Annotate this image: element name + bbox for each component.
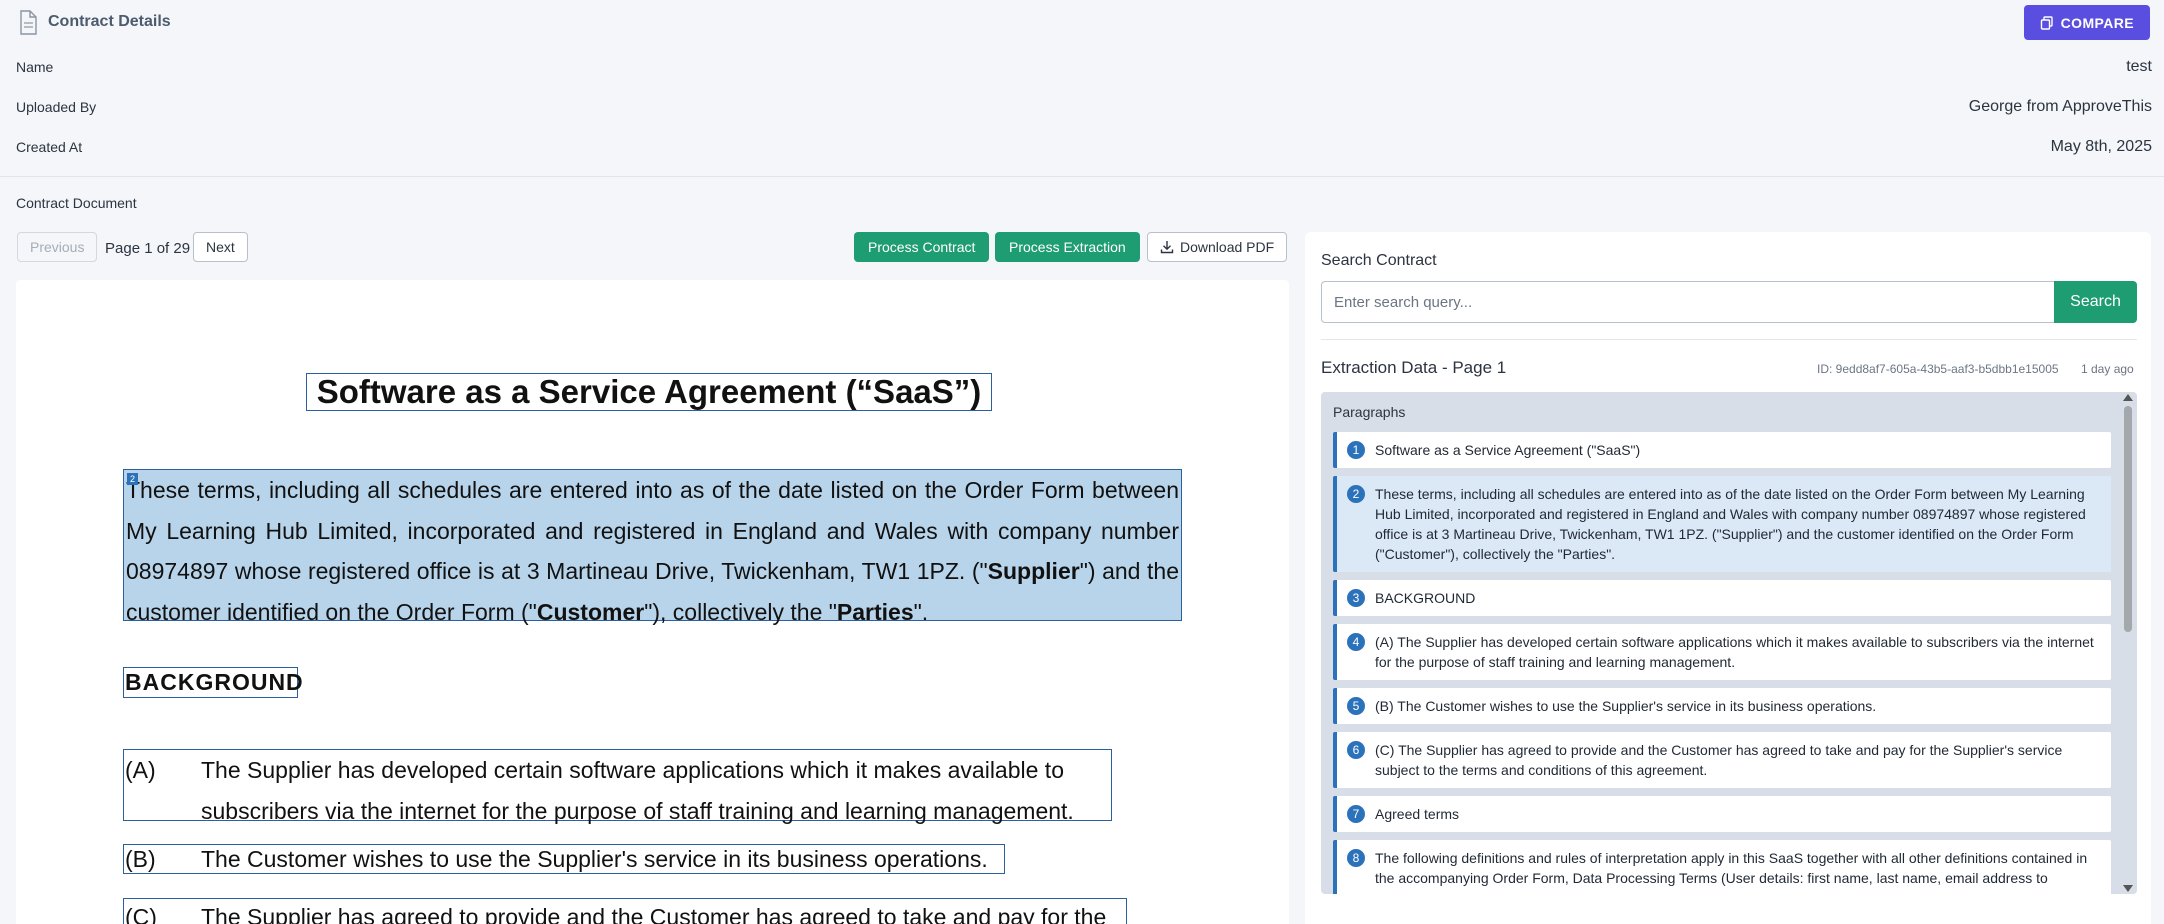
- para-customer: Customer: [536, 598, 645, 625]
- para-supplier: Supplier: [987, 558, 1080, 584]
- paragraph-text: BACKGROUND: [1375, 590, 1476, 606]
- paragraph-text: (B) The Customer wishes to use the Suppl…: [1375, 698, 1877, 714]
- document-title[interactable]: Software as a Service Agreement (“SaaS”): [306, 373, 992, 411]
- download-pdf-label: Download PDF: [1180, 239, 1275, 255]
- para-text-4: ".: [913, 598, 929, 625]
- contract-document-title: Contract Document: [16, 195, 137, 211]
- paragraphs-heading: Paragraphs: [1333, 404, 1406, 420]
- para-text-3: "), collectively the ": [644, 598, 837, 625]
- extraction-id: ID: 9edd8af7-605a-43b5-aaf3-b5dbb1e15005: [1817, 362, 2059, 376]
- paragraph-item-selected[interactable]: 2 These terms, including all schedules a…: [1333, 476, 2111, 572]
- copy-icon: [2040, 15, 2053, 30]
- paragraph-item[interactable]: 3 BACKGROUND: [1333, 580, 2111, 616]
- paragraph-number: 4: [1347, 633, 1365, 651]
- paragraph-number: 6: [1347, 741, 1365, 759]
- page-title: Contract Details: [48, 13, 171, 30]
- document-item-b[interactable]: (B) The Customer wishes to use the Suppl…: [123, 844, 1005, 874]
- paragraph-marker: 2: [127, 473, 138, 485]
- pdf-viewer[interactable]: Software as a Service Agreement (“SaaS”)…: [16, 280, 1289, 924]
- item-a-label: (A): [125, 757, 156, 783]
- paragraphs-list[interactable]: Paragraphs 1 Software as a Service Agree…: [1321, 392, 2137, 894]
- download-icon: [1160, 241, 1174, 254]
- uploaded-by-value: George from ApproveThis: [1968, 98, 2152, 115]
- compare-label: COMPARE: [2060, 14, 2134, 31]
- paragraph-item[interactable]: 6 (C) The Supplier has agreed to provide…: [1333, 732, 2111, 788]
- paragraph-text: These terms, including all schedules are…: [1375, 486, 2086, 562]
- uploaded-by-label: Uploaded By: [16, 99, 97, 115]
- document-item-c[interactable]: (C) The Supplier has agreed to provide a…: [123, 898, 1127, 924]
- download-pdf-button[interactable]: Download PDF: [1147, 232, 1288, 262]
- search-button[interactable]: Search: [2054, 281, 2137, 323]
- scrollbar[interactable]: [2123, 394, 2133, 892]
- divider: [1321, 339, 2137, 340]
- paragraph-number: 1: [1347, 441, 1365, 459]
- paragraph-item[interactable]: 5 (B) The Customer wishes to use the Sup…: [1333, 688, 2111, 724]
- paragraph-text: Software as a Service Agreement ("SaaS"): [1375, 442, 1641, 458]
- divider: [0, 176, 2164, 177]
- scroll-up-icon[interactable]: [2123, 394, 2133, 401]
- background-heading[interactable]: BACKGROUND: [123, 667, 303, 698]
- paragraph-text: (A) The Supplier has developed certain s…: [1375, 634, 2094, 670]
- scroll-down-icon[interactable]: [2123, 885, 2133, 892]
- paragraph-number: 7: [1347, 805, 1365, 823]
- extraction-age: 1 day ago: [2081, 362, 2134, 376]
- search-input[interactable]: [1321, 281, 2055, 323]
- next-button[interactable]: Next: [193, 232, 248, 262]
- paragraph-text: The following definitions and rules of i…: [1375, 850, 2088, 886]
- created-at-value: May 8th, 2025: [2050, 138, 2152, 155]
- item-a-line1: The Supplier has developed certain softw…: [201, 757, 1064, 783]
- item-c-label: (C): [125, 904, 157, 924]
- para-parties: Parties: [836, 598, 914, 625]
- paragraph-number: 8: [1347, 849, 1365, 867]
- scrollbar-thumb[interactable]: [2124, 406, 2132, 632]
- extraction-title: Extraction Data - Page 1: [1321, 358, 1507, 377]
- paragraph-item[interactable]: 4 (A) The Supplier has developed certain…: [1333, 624, 2111, 680]
- paragraph-text: Agreed terms: [1375, 806, 1460, 822]
- paragraph-item[interactable]: 1 Software as a Service Agreement ("SaaS…: [1333, 432, 2111, 468]
- paragraph-text: (C) The Supplier has agreed to provide a…: [1375, 742, 2063, 778]
- paragraph-item[interactable]: 8 The following definitions and rules of…: [1333, 840, 2111, 894]
- process-contract-button[interactable]: Process Contract: [854, 232, 990, 262]
- paragraph-number: 3: [1347, 589, 1365, 607]
- page-indicator: Page 1 of 29: [105, 240, 191, 257]
- item-a-line2: subscribers via the internet for the pur…: [201, 798, 1074, 824]
- paragraph-number: 2: [1347, 485, 1365, 503]
- paragraph-item[interactable]: 7 Agreed terms: [1333, 796, 2111, 832]
- document-icon: [20, 10, 37, 35]
- name-label: Name: [16, 59, 54, 75]
- document-item-a[interactable]: (A) The Supplier has developed certain s…: [123, 749, 1112, 824]
- process-extraction-button[interactable]: Process Extraction: [995, 232, 1140, 262]
- compare-button[interactable]: COMPARE: [2023, 5, 2150, 40]
- item-b-line1: The Customer wishes to use the Supplier'…: [201, 846, 988, 872]
- previous-button[interactable]: Previous: [17, 232, 98, 262]
- search-contract-label: Search Contract: [1321, 252, 1437, 269]
- name-value: test: [2126, 58, 2152, 75]
- created-at-label: Created At: [16, 139, 83, 155]
- item-c-line1: The Supplier has agreed to provide and t…: [201, 904, 1107, 924]
- item-b-label: (B): [125, 846, 156, 872]
- paragraph-number: 5: [1347, 697, 1365, 715]
- document-paragraph-selected[interactable]: 2 These terms, including all schedules ar…: [123, 469, 1182, 625]
